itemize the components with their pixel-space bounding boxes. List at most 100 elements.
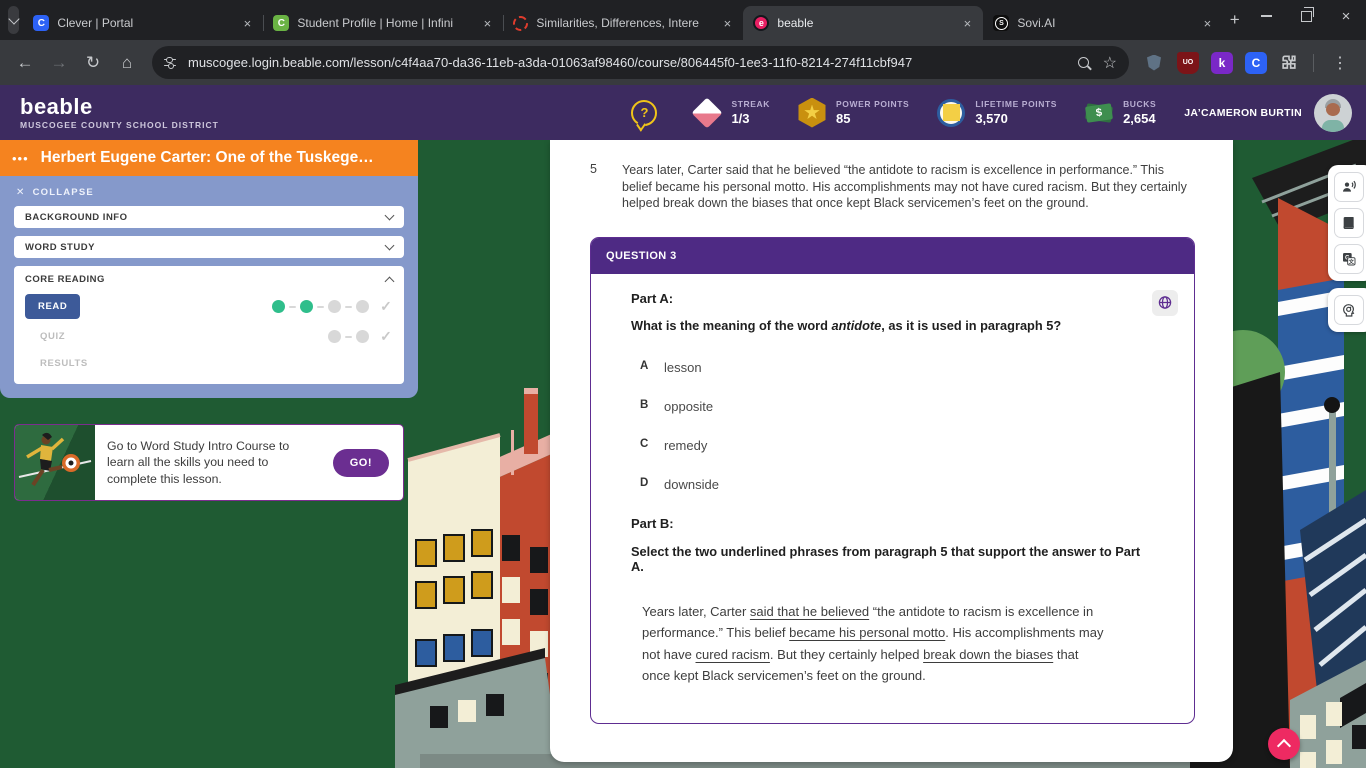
- question-body: Part A: What is the meaning of the word …: [591, 274, 1194, 723]
- answer-option[interactable]: B opposite: [631, 399, 1154, 414]
- tab-close-icon[interactable]: ×: [1199, 15, 1215, 31]
- chevron-down-icon: [385, 241, 395, 251]
- minimize-icon: [1261, 15, 1272, 17]
- core-reading-header[interactable]: CORE READING: [25, 274, 393, 285]
- address-bar[interactable]: muscogee.login.beable.com/lesson/c4f4aa7…: [152, 46, 1129, 79]
- tab-close-icon[interactable]: ×: [239, 15, 255, 31]
- progress-dot: [328, 330, 341, 343]
- read-button[interactable]: READ: [25, 294, 80, 319]
- back-button[interactable]: ←: [10, 48, 40, 78]
- browser-menu-icon[interactable]: ⋮: [1324, 53, 1356, 73]
- privacy-shield-icon[interactable]: [1143, 52, 1165, 74]
- chevron-up-icon: [1277, 739, 1291, 753]
- passage-segment[interactable]: cured racism: [696, 647, 770, 662]
- site-settings-icon[interactable]: [164, 57, 178, 69]
- restore-button[interactable]: [1286, 0, 1326, 32]
- answer-options: A lesson B opposite C remedy: [631, 360, 1154, 492]
- lesson-menu-icon[interactable]: •••: [12, 152, 29, 165]
- option-letter: D: [631, 477, 652, 492]
- browser-tab[interactable]: C Clever | Portal ×: [23, 6, 263, 40]
- scroll-to-top-button[interactable]: [1268, 728, 1300, 760]
- window-controls: ×: [1246, 0, 1366, 32]
- stat-value: 3,570: [975, 111, 1057, 126]
- stats-bar: STREAK 1/3 POWER POINTS 85 LIFETIME: [691, 97, 1156, 129]
- lesson-sidebar: ••• Herbert Eugene Carter: One of the Tu…: [0, 140, 418, 501]
- progress-dot: [356, 330, 369, 343]
- accordion-section[interactable]: WORD STUDY: [14, 236, 404, 258]
- stat-item: BUCKS 2,654: [1083, 97, 1156, 129]
- tab-search-button[interactable]: [8, 6, 19, 34]
- translate-button[interactable]: G文: [1334, 244, 1364, 274]
- clever-extension-icon[interactable]: C: [1245, 52, 1267, 74]
- stat-label: STREAK: [731, 99, 770, 109]
- read-progress-dots: [272, 300, 369, 313]
- reload-button[interactable]: ↻: [78, 48, 108, 78]
- go-button[interactable]: GO!: [333, 449, 389, 477]
- close-window-button[interactable]: ×: [1326, 0, 1366, 32]
- chevron-down-icon: [8, 13, 19, 24]
- option-text: remedy: [664, 438, 707, 453]
- passage-segment[interactable]: break down the biases: [923, 647, 1053, 662]
- question-card: QUESTION 3 Part A: What is the meaning o…: [590, 237, 1195, 724]
- stat-value: 1/3: [731, 111, 770, 126]
- tab-strip: C Clever | Portal × C Student Profile | …: [0, 0, 1366, 40]
- passage-segment[interactable]: became his personal motto: [789, 625, 945, 640]
- page-stage: ••• Herbert Eugene Carter: One of the Tu…: [0, 140, 1366, 768]
- answer-option[interactable]: A lesson: [631, 360, 1154, 375]
- clever-favicon: C: [33, 15, 49, 31]
- progress-dot: [356, 300, 369, 313]
- restore-icon: [1301, 11, 1312, 22]
- word-study-promo-card: Go to Word Study Intro Course to learn a…: [14, 424, 404, 501]
- accordion-section[interactable]: BACKGROUND INFO: [14, 206, 404, 228]
- translate-globe-button[interactable]: [1152, 290, 1178, 316]
- collapse-x-icon: ✕: [16, 187, 26, 198]
- part-b-passage: Years later, Carter said that he believe…: [642, 601, 1110, 687]
- paragraph-5: 5 Years later, Carter said that he belie…: [590, 162, 1195, 212]
- tabs: C Clever | Portal × C Student Profile | …: [23, 0, 1223, 40]
- new-tab-button[interactable]: +: [1229, 7, 1240, 33]
- minimize-button[interactable]: [1246, 0, 1286, 32]
- tab-close-icon[interactable]: ×: [479, 15, 495, 31]
- stat-item: STREAK 1/3: [691, 97, 770, 129]
- kami-icon[interactable]: k: [1211, 52, 1233, 74]
- stat-label: POWER POINTS: [836, 99, 909, 109]
- browser-tab[interactable]: e beable ×: [743, 6, 983, 40]
- read-aloud-button[interactable]: [1334, 172, 1364, 202]
- collapse-button[interactable]: ✕ COLLAPSE: [16, 187, 404, 198]
- beable-favicon: e: [753, 15, 769, 31]
- answer-option[interactable]: D downside: [631, 477, 1154, 492]
- streak-icon: [691, 97, 723, 129]
- part-a-label: Part A:: [631, 291, 1154, 306]
- part-a-prompt: What is the meaning of the word antidote…: [631, 318, 1154, 333]
- browser-tab[interactable]: Similarities, Differences, Intere ×: [503, 6, 743, 40]
- check-icon: ✓: [379, 328, 393, 345]
- user-name: JA’CAMERON BURTIN: [1184, 107, 1302, 119]
- tab-title: Student Profile | Home | Infini: [297, 16, 471, 30]
- passage-segment[interactable]: said that he believed: [750, 604, 869, 619]
- power-points-icon: [796, 97, 828, 129]
- promo-text: Go to Word Study Intro Course to learn a…: [95, 438, 303, 488]
- bookmark-star-icon[interactable]: ☆: [1103, 53, 1117, 73]
- think-aloud-head-button[interactable]: [1334, 295, 1364, 325]
- help-icon[interactable]: ?: [631, 100, 657, 126]
- browser-tab[interactable]: C Student Profile | Home | Infini ×: [263, 6, 503, 40]
- extensions-puzzle-icon[interactable]: [1279, 53, 1299, 73]
- ublock-origin-icon[interactable]: UO: [1177, 52, 1199, 74]
- zoom-icon[interactable]: [1078, 57, 1089, 68]
- stat-item: POWER POINTS 85: [796, 97, 909, 129]
- avatar[interactable]: [1314, 94, 1352, 132]
- dictionary-book-button[interactable]: [1334, 208, 1364, 238]
- lesson-nav-panel: ✕ COLLAPSE BACKGROUND INFO WORD STUDY: [0, 176, 418, 398]
- progress-dot: [272, 300, 285, 313]
- vocabulary-word: antidote: [832, 318, 882, 333]
- home-button[interactable]: ⌂: [112, 48, 142, 78]
- option-letter: C: [631, 438, 652, 453]
- tab-close-icon[interactable]: ×: [719, 15, 735, 31]
- answer-option[interactable]: C remedy: [631, 438, 1154, 453]
- forward-button[interactable]: →: [44, 48, 74, 78]
- stat-value: 2,654: [1123, 111, 1156, 126]
- browser-tab[interactable]: S Sovi.AI ×: [983, 6, 1223, 40]
- assistant-toolbar: [1328, 288, 1366, 332]
- infinite-campus-favicon: C: [273, 15, 289, 31]
- tab-close-icon[interactable]: ×: [959, 15, 975, 31]
